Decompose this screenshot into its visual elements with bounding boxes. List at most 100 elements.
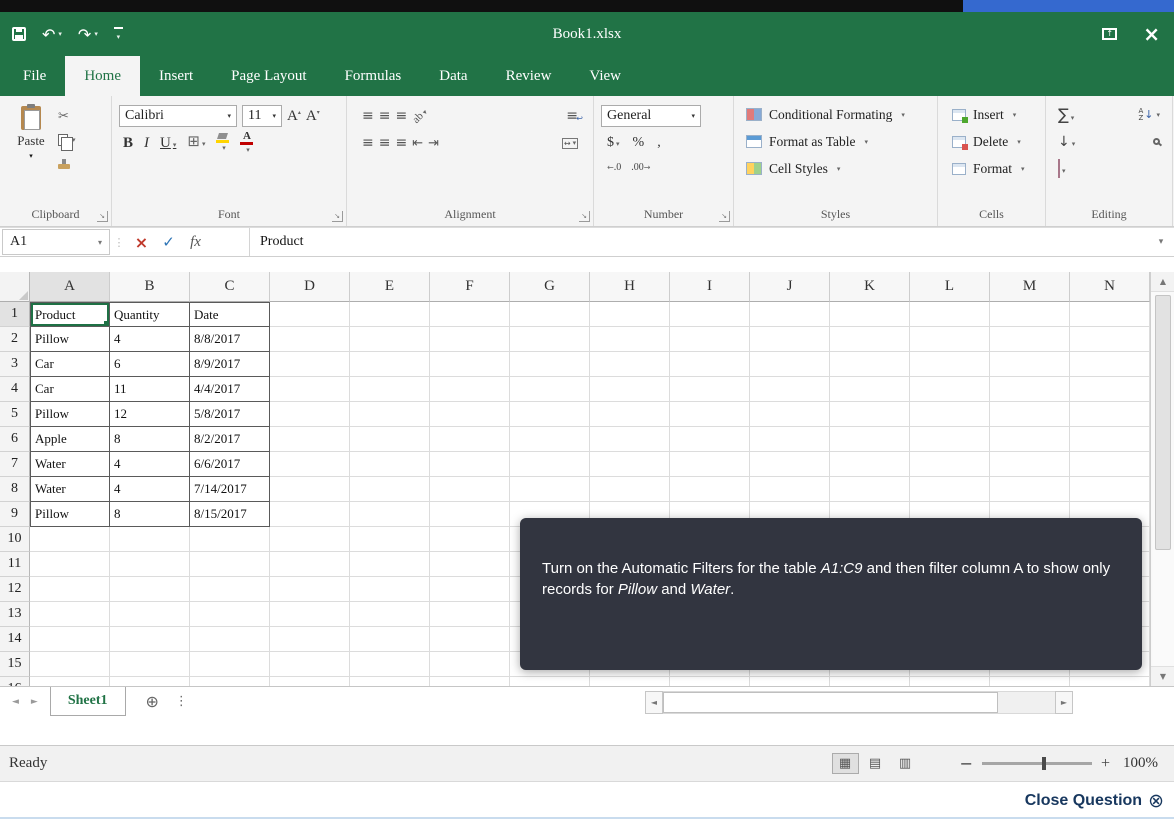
cell-H2[interactable]	[590, 327, 670, 352]
col-header-G[interactable]: G	[510, 272, 590, 302]
cell-D9[interactable]	[270, 502, 350, 527]
previous-sheet-button[interactable]: ◄	[12, 697, 19, 707]
cell-G1[interactable]	[510, 302, 590, 327]
comma-format-button[interactable]: ,	[657, 135, 661, 151]
cell-B9[interactable]: 8	[110, 502, 190, 527]
cell-A6[interactable]: Apple	[30, 427, 110, 452]
cell-D16[interactable]	[270, 677, 350, 686]
fill-color-button[interactable]	[216, 133, 230, 153]
tab-file[interactable]: File	[4, 56, 65, 96]
font-size-select[interactable]: 11 ▾	[242, 105, 282, 127]
paste-button[interactable]: Paste ▾	[4, 104, 58, 171]
cell-B3[interactable]: 6	[110, 352, 190, 377]
cell-C14[interactable]	[190, 627, 270, 652]
increase-decimal-button[interactable]: ← .0	[607, 162, 621, 173]
restore-window-button[interactable]: ↑	[1102, 28, 1118, 40]
cell-F7[interactable]	[430, 452, 510, 477]
clipboard-dialog-launcher[interactable]	[97, 211, 108, 222]
cell-I8[interactable]	[670, 477, 750, 502]
cell-A3[interactable]: Car	[30, 352, 110, 377]
row-header-13[interactable]: 13	[0, 602, 30, 627]
horizontal-scrollbar[interactable]: ◄ ►	[645, 690, 1073, 714]
cell-F5[interactable]	[430, 402, 510, 427]
cell-I16[interactable]	[670, 677, 750, 686]
col-header-N[interactable]: N	[1070, 272, 1150, 302]
cell-J8[interactable]	[750, 477, 830, 502]
cell-H5[interactable]	[590, 402, 670, 427]
sheet-more-icon[interactable]: ⋮	[175, 694, 188, 709]
cell-J1[interactable]	[750, 302, 830, 327]
currency-format-button[interactable]: $	[607, 135, 620, 151]
cell-G7[interactable]	[510, 452, 590, 477]
cell-C13[interactable]	[190, 602, 270, 627]
cell-A16[interactable]	[30, 677, 110, 686]
cell-D3[interactable]	[270, 352, 350, 377]
col-header-I[interactable]: I	[670, 272, 750, 302]
tab-view[interactable]: View	[570, 56, 640, 96]
cell-G3[interactable]	[510, 352, 590, 377]
cell-D1[interactable]	[270, 302, 350, 327]
cell-E3[interactable]	[350, 352, 430, 377]
increase-indent-button[interactable]: ⇥	[428, 136, 439, 151]
cell-A4[interactable]: Car	[30, 377, 110, 402]
cell-F9[interactable]	[430, 502, 510, 527]
cell-B10[interactable]	[110, 527, 190, 552]
cell-N1[interactable]	[1070, 302, 1150, 327]
number-dialog-launcher[interactable]	[719, 211, 730, 222]
zoom-slider[interactable]	[981, 757, 1092, 770]
cell-F14[interactable]	[430, 627, 510, 652]
cell-B13[interactable]	[110, 602, 190, 627]
cell-K6[interactable]	[830, 427, 910, 452]
cell-I1[interactable]	[670, 302, 750, 327]
cell-L1[interactable]	[910, 302, 990, 327]
close-question-button[interactable]: Close Question ⊗	[1025, 790, 1164, 812]
cell-K1[interactable]	[830, 302, 910, 327]
cell-D13[interactable]	[270, 602, 350, 627]
cell-M8[interactable]	[990, 477, 1070, 502]
cell-K3[interactable]	[830, 352, 910, 377]
cell-K8[interactable]	[830, 477, 910, 502]
cell-H1[interactable]	[590, 302, 670, 327]
confirm-entry-button[interactable]: ✓	[155, 228, 182, 256]
clear-button[interactable]	[1058, 158, 1066, 178]
cell-A8[interactable]: Water	[30, 477, 110, 502]
cell-H7[interactable]	[590, 452, 670, 477]
cell-D8[interactable]	[270, 477, 350, 502]
normal-view-button[interactable]: ▦	[831, 753, 859, 774]
cell-B7[interactable]: 4	[110, 452, 190, 477]
col-header-H[interactable]: H	[590, 272, 670, 302]
cell-N5[interactable]	[1070, 402, 1150, 427]
italic-button[interactable]: I	[144, 135, 149, 152]
shrink-font-button[interactable]: A ▾	[306, 108, 320, 125]
decrease-indent-button[interactable]: ⇤	[412, 136, 423, 151]
row-header-16[interactable]: 16	[0, 677, 30, 686]
cell-L7[interactable]	[910, 452, 990, 477]
col-header-L[interactable]: L	[910, 272, 990, 302]
cell-J16[interactable]	[750, 677, 830, 686]
cell-D2[interactable]	[270, 327, 350, 352]
cell-K5[interactable]	[830, 402, 910, 427]
sort-filter-button[interactable]: A Z ↓	[1138, 107, 1160, 122]
cell-M5[interactable]	[990, 402, 1070, 427]
cell-F15[interactable]	[430, 652, 510, 677]
cell-G4[interactable]	[510, 377, 590, 402]
tab-review[interactable]: Review	[487, 56, 571, 96]
bold-button[interactable]: B	[123, 135, 133, 152]
cell-A11[interactable]	[30, 552, 110, 577]
cell-J6[interactable]	[750, 427, 830, 452]
cell-F3[interactable]	[430, 352, 510, 377]
cell-C3[interactable]: 8/9/2017	[190, 352, 270, 377]
cell-K4[interactable]	[830, 377, 910, 402]
cell-L16[interactable]	[910, 677, 990, 686]
format-painter-button[interactable]	[58, 157, 76, 171]
zoom-out-button[interactable]: −	[960, 754, 973, 773]
conditional-formatting-button[interactable]: Conditional Formating	[738, 101, 933, 128]
copy-button[interactable]	[58, 133, 76, 151]
cell-F10[interactable]	[430, 527, 510, 552]
cell-E1[interactable]	[350, 302, 430, 327]
cell-A5[interactable]: Pillow	[30, 402, 110, 427]
cell-M1[interactable]	[990, 302, 1070, 327]
cell-G16[interactable]	[510, 677, 590, 686]
cell-G2[interactable]	[510, 327, 590, 352]
merge-center-button[interactable]: ↔	[562, 137, 578, 149]
